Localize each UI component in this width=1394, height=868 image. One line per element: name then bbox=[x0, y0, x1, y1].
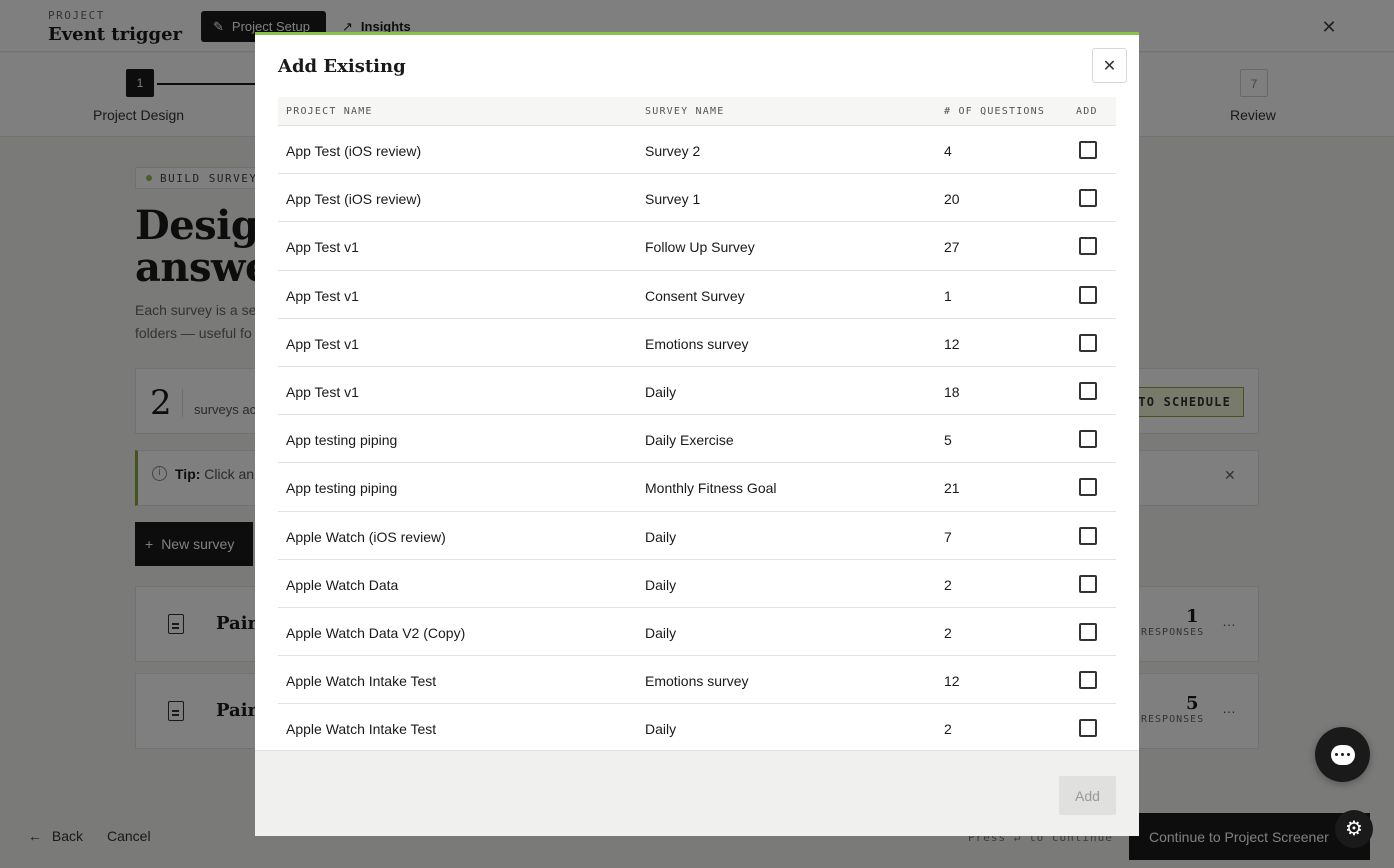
cell-survey-name: Daily Exercise bbox=[645, 432, 734, 449]
cell-survey-name: Daily bbox=[645, 528, 677, 545]
add-checkbox[interactable] bbox=[1079, 574, 1097, 593]
cell-question-count: 4 bbox=[944, 143, 952, 159]
cell-question-count: 5 bbox=[944, 432, 952, 449]
dialog-footer: Add bbox=[255, 750, 1139, 836]
table-row[interactable]: App Test v1 Consent Survey 1 bbox=[278, 271, 1116, 319]
table-row[interactable]: App Test v1 Daily 18 bbox=[278, 367, 1116, 416]
table-row[interactable]: App Test v1 Emotions survey 12 bbox=[278, 319, 1116, 367]
cell-survey-name: Survey 1 bbox=[645, 191, 701, 208]
table-row[interactable]: App testing piping Daily Exercise 5 bbox=[278, 415, 1116, 464]
cell-question-count: 18 bbox=[944, 383, 960, 400]
cell-project-name: App Test v1 bbox=[286, 287, 359, 304]
column-header-questions: # OF QUESTIONS bbox=[944, 106, 1046, 117]
table-row[interactable]: App Test (iOS review) Survey 1 20 bbox=[278, 174, 1116, 223]
cell-survey-name: Emotions survey bbox=[645, 673, 749, 690]
cell-question-count: 2 bbox=[944, 624, 952, 641]
cell-question-count: 1 bbox=[944, 287, 952, 304]
add-button[interactable]: Add bbox=[1059, 776, 1116, 815]
cell-question-count: 2 bbox=[944, 576, 952, 593]
add-checkbox[interactable] bbox=[1079, 333, 1097, 352]
cell-project-name: App Test (iOS review) bbox=[286, 143, 422, 159]
add-checkbox[interactable] bbox=[1079, 430, 1097, 449]
cell-survey-name: Daily bbox=[645, 383, 677, 400]
cell-project-name: Apple Watch Intake Test bbox=[286, 673, 437, 690]
add-checkbox[interactable] bbox=[1079, 478, 1097, 497]
cell-project-name: Apple Watch Data bbox=[286, 576, 399, 593]
cell-project-name: App Test v1 bbox=[286, 239, 359, 256]
cell-project-name: App testing piping bbox=[286, 432, 398, 449]
cell-survey-name: Daily bbox=[645, 721, 677, 738]
cell-question-count: 2 bbox=[944, 721, 952, 738]
dialog-title: Add Existing bbox=[278, 56, 406, 77]
cell-survey-name: Daily bbox=[645, 624, 677, 641]
cell-survey-name: Emotions survey bbox=[645, 335, 749, 352]
cell-project-name: App testing piping bbox=[286, 480, 398, 497]
cell-project-name: Apple Watch (iOS review) bbox=[286, 528, 446, 545]
column-header-survey: SURVEY NAME bbox=[645, 106, 725, 117]
gear-icon[interactable]: ⚙ bbox=[1335, 810, 1373, 848]
table-row[interactable]: Apple Watch Data V2 (Copy) Daily 2 bbox=[278, 608, 1116, 657]
add-checkbox[interactable] bbox=[1079, 189, 1097, 208]
table-row[interactable]: Apple Watch Data Daily 2 bbox=[278, 560, 1116, 608]
cell-survey-name: Daily bbox=[645, 576, 677, 593]
column-header-add: ADD bbox=[1076, 106, 1098, 117]
add-checkbox[interactable] bbox=[1079, 285, 1097, 304]
cell-project-name: App Test v1 bbox=[286, 335, 359, 352]
add-checkbox[interactable] bbox=[1079, 622, 1097, 641]
cell-survey-name: Consent Survey bbox=[645, 287, 745, 304]
cell-question-count: 21 bbox=[944, 480, 960, 497]
add-existing-dialog: Add Existing ✕ PROJECT NAME SURVEY NAME … bbox=[255, 32, 1139, 836]
add-checkbox[interactable] bbox=[1079, 719, 1097, 738]
table-header: PROJECT NAME SURVEY NAME # OF QUESTIONS … bbox=[278, 97, 1116, 126]
cell-question-count: 12 bbox=[944, 673, 960, 690]
table-row[interactable]: Apple Watch (iOS review) Daily 7 bbox=[278, 512, 1116, 560]
table-row[interactable]: App Test (iOS review) Survey 2 4 bbox=[278, 126, 1116, 175]
add-checkbox[interactable] bbox=[1079, 671, 1097, 690]
add-checkbox[interactable] bbox=[1079, 381, 1097, 400]
cell-question-count: 7 bbox=[944, 528, 952, 545]
cell-question-count: 27 bbox=[944, 239, 960, 256]
chat-icon bbox=[1330, 744, 1355, 765]
chat-button[interactable] bbox=[1315, 727, 1370, 782]
close-icon[interactable]: ✕ bbox=[1092, 48, 1127, 83]
cell-question-count: 20 bbox=[944, 191, 960, 208]
cell-project-name: App Test v1 bbox=[286, 383, 359, 400]
table-row[interactable]: App Test v1 Follow Up Survey 27 bbox=[278, 222, 1116, 271]
surveys-table: PROJECT NAME SURVEY NAME # OF QUESTIONS … bbox=[278, 97, 1116, 753]
add-checkbox[interactable] bbox=[1079, 237, 1097, 256]
cell-project-name: App Test (iOS review) bbox=[286, 191, 422, 208]
cell-survey-name: Follow Up Survey bbox=[645, 239, 755, 256]
add-checkbox[interactable] bbox=[1079, 141, 1097, 159]
table-row[interactable]: App testing piping Monthly Fitness Goal 21 bbox=[278, 463, 1116, 512]
cell-project-name: Apple Watch Intake Test bbox=[286, 721, 437, 738]
table-row[interactable]: Apple Watch Intake Test Daily 2 bbox=[278, 704, 1116, 753]
cell-question-count: 12 bbox=[944, 335, 960, 352]
column-header-project: PROJECT NAME bbox=[286, 106, 373, 117]
table-row[interactable]: Apple Watch Intake Test Emotions survey 12 bbox=[278, 656, 1116, 705]
cell-survey-name: Monthly Fitness Goal bbox=[645, 480, 777, 497]
cell-survey-name: Survey 2 bbox=[645, 143, 701, 159]
add-checkbox[interactable] bbox=[1079, 526, 1097, 545]
cell-project-name: Apple Watch Data V2 (Copy) bbox=[286, 624, 466, 641]
